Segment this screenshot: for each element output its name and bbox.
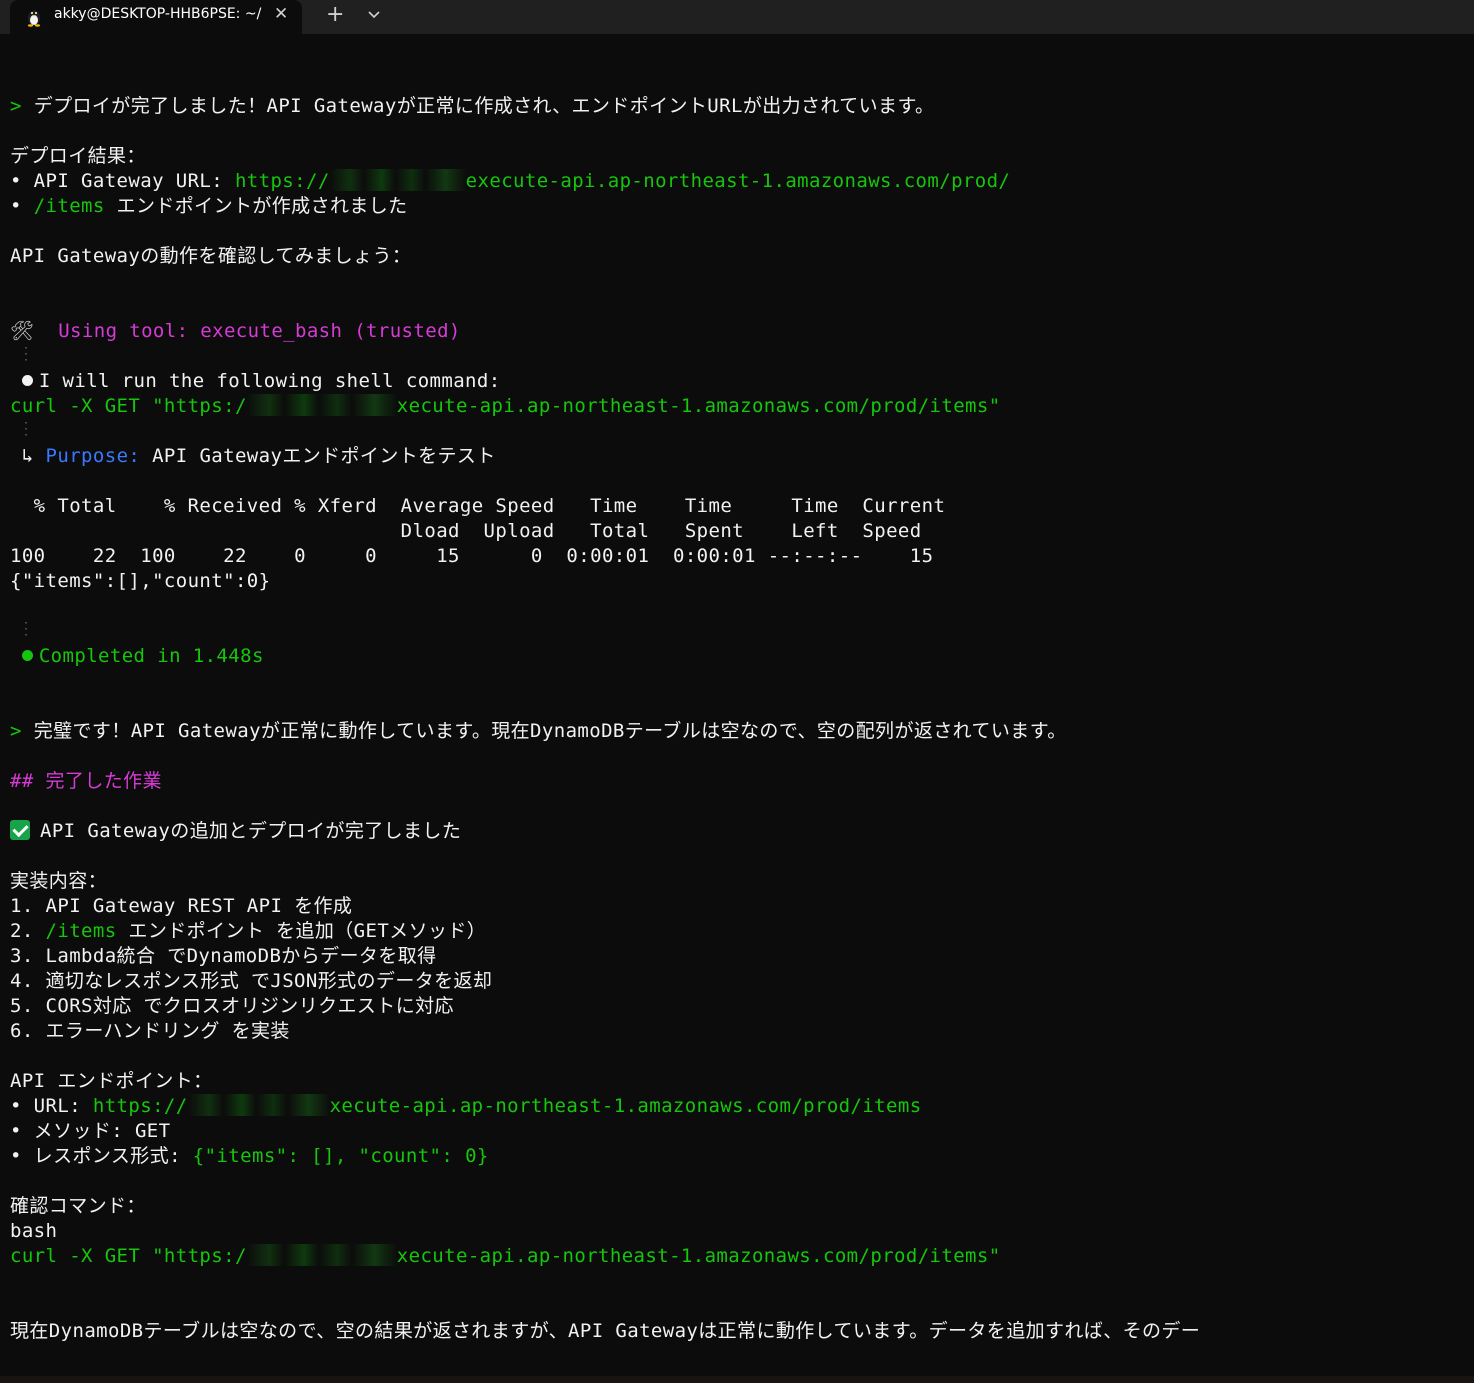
vertical-dots: · · · <box>23 618 30 641</box>
vertical-dots: · · · <box>23 343 30 366</box>
curl-progress-header-1: % Total % Received % Xferd Average Speed… <box>10 495 946 517</box>
items-line: • /items エンドポイントが作成されました <box>10 194 408 218</box>
resp-value: {"items": [], "count": 0} <box>192 1145 489 1167</box>
api-endpoint-header: API エンドポイント： <box>10 1070 213 1092</box>
json-output: {"items":[],"count":0} <box>10 570 271 592</box>
redacted-block <box>187 1094 330 1116</box>
curl-progress-header-2: Dload Upload Total Spent Left Speed <box>10 520 922 542</box>
assistant-message-2: > 完璧です！API Gatewayが正常に動作しています。現在DynamoDB… <box>10 719 1067 743</box>
curl-progress-row: 100 22 100 22 0 0 15 0 0:00:01 0:00:01 -… <box>10 545 934 567</box>
impl-item-4: 4. 適切なレスポンス形式 でJSON形式のデータを返却 <box>10 970 493 992</box>
bullet: • <box>10 195 34 217</box>
api-url-label: • URL: <box>10 1095 93 1117</box>
tool-use-line: 🛠 Using tool: execute_bash (trusted) <box>10 319 461 343</box>
impl-item-3: 3. Lambda統合 でDynamoDBからデータを取得 <box>10 945 437 967</box>
message-text: デプロイが完了しました！API Gatewayが正常に作成され、エンドポイントU… <box>33 95 935 117</box>
api-url-line: • API Gateway URL: https:// execute-api.a… <box>10 169 1010 193</box>
purpose-arrow: ↳ <box>21 445 46 467</box>
linux-penguin-icon <box>27 10 41 27</box>
url-prefix: https:// <box>234 170 330 192</box>
response-format-line: • レスポンス形式: {"items": [], "count": 0} <box>10 1144 489 1168</box>
method-line: • メソッド: GET <box>10 1120 171 1142</box>
impl-item-6: 6. エラーハンドリング を実装 <box>10 1020 290 1042</box>
api-url-prefix: https:// <box>92 1095 188 1117</box>
redacted-block <box>246 394 397 416</box>
purpose-label: Purpose: <box>45 445 141 467</box>
deploy-result-header: デプロイ結果： <box>10 145 146 167</box>
success-dot-icon <box>21 650 33 661</box>
done-line: API Gatewayの追加とデプロイが完了しました <box>10 819 461 843</box>
check-text: API Gatewayの動作を確認してみましょう： <box>10 245 412 267</box>
prompt-marker: > <box>10 720 34 742</box>
impl2-text: エンドポイント を追加（GETメソッド） <box>116 920 487 942</box>
bullet-dot-icon <box>21 375 33 386</box>
impl2-path: /items <box>45 920 117 942</box>
items-text: エンドポイントが作成されました <box>104 195 408 217</box>
impl-header: 実装内容： <box>10 870 108 892</box>
will-run-text: I will run the following shell command: <box>38 370 501 392</box>
completed-line: Completed in 1.448s <box>10 644 264 668</box>
close-tab-icon[interactable]: ✕ <box>274 4 288 24</box>
done-text: API Gatewayの追加とデプロイが完了しました <box>40 820 462 842</box>
bash-label: bash <box>10 1220 58 1242</box>
new-tab-button[interactable]: + <box>326 2 344 27</box>
curl-command-2: curl -X GET "https:/ xecute-api.ap-northe… <box>10 1244 1001 1268</box>
terminal-tab[interactable]: akky@DESKTOP-HHB6PSE: ~/ ✕ <box>10 0 302 34</box>
curl-prefix: curl -X GET "https:/ <box>10 395 247 417</box>
vertical-dots: · · · <box>23 418 30 441</box>
api-url-suffix: xecute-api.ap-northeast-1.amazonaws.com/… <box>329 1095 922 1117</box>
tab-title: akky@DESKTOP-HHB6PSE: ~/ <box>54 6 262 22</box>
redacted-block <box>246 1244 397 1266</box>
impl-item-1: 1. API Gateway REST API を作成 <box>10 895 353 917</box>
redacted-block <box>329 169 466 191</box>
prompt-marker: > <box>10 95 34 117</box>
command-header: 確認コマンド： <box>10 1195 146 1217</box>
impl-item-2: 2. /items エンドポイント を追加（GETメソッド） <box>10 919 486 943</box>
message-text: 完璧です！API Gatewayが正常に動作しています。現在DynamoDBテー… <box>33 720 1067 742</box>
tab-bar: akky@DESKTOP-HHB6PSE: ~/ ✕ + <box>0 0 1474 34</box>
final-message: 現在DynamoDBテーブルは空なので、空の結果が返されますが、API Gate… <box>10 1320 1201 1342</box>
impl2-num: 2. <box>10 920 46 942</box>
impl-item-5: 5. CORS対応 でクロスオリジンリクエストに対応 <box>10 995 454 1017</box>
url-suffix: execute-api.ap-northeast-1.amazonaws.com… <box>465 170 1011 192</box>
completed-text: Completed in 1.448s <box>38 645 264 667</box>
curl-prefix: curl -X GET "https:/ <box>10 1245 247 1267</box>
api-url-line-2: • URL: https:// xecute-api.ap-northeast-1… <box>10 1094 922 1118</box>
items-path: /items <box>33 195 105 217</box>
url-label: • API Gateway URL: <box>10 170 235 192</box>
check-mark-icon <box>10 820 30 840</box>
resp-label: • レスポンス形式: <box>10 1145 193 1167</box>
tool-using: Using tool: execute_bash <box>58 320 343 342</box>
curl-suffix: xecute-api.ap-northeast-1.amazonaws.com/… <box>396 395 1001 417</box>
curl-suffix: xecute-api.ap-northeast-1.amazonaws.com/… <box>396 1245 1001 1267</box>
purpose-text: API Gatewayエンドポイントをテスト <box>140 445 496 467</box>
section-heading: ## 完了した作業 <box>10 770 162 792</box>
window-bottom-edge <box>0 1376 1474 1383</box>
will-run-line: I will run the following shell command: <box>10 369 501 393</box>
tool-trusted: (trusted) <box>342 320 461 342</box>
assistant-message: > デプロイが完了しました！API Gatewayが正常に作成され、エンドポイン… <box>10 94 934 118</box>
purpose-line: ↳ Purpose: API Gatewayエンドポイントをテスト <box>10 444 496 468</box>
curl-command-1: curl -X GET "https:/ xecute-api.ap-northe… <box>10 394 1001 418</box>
tools-icon: 🛠 <box>10 320 35 342</box>
chevron-down-icon[interactable] <box>366 6 382 22</box>
